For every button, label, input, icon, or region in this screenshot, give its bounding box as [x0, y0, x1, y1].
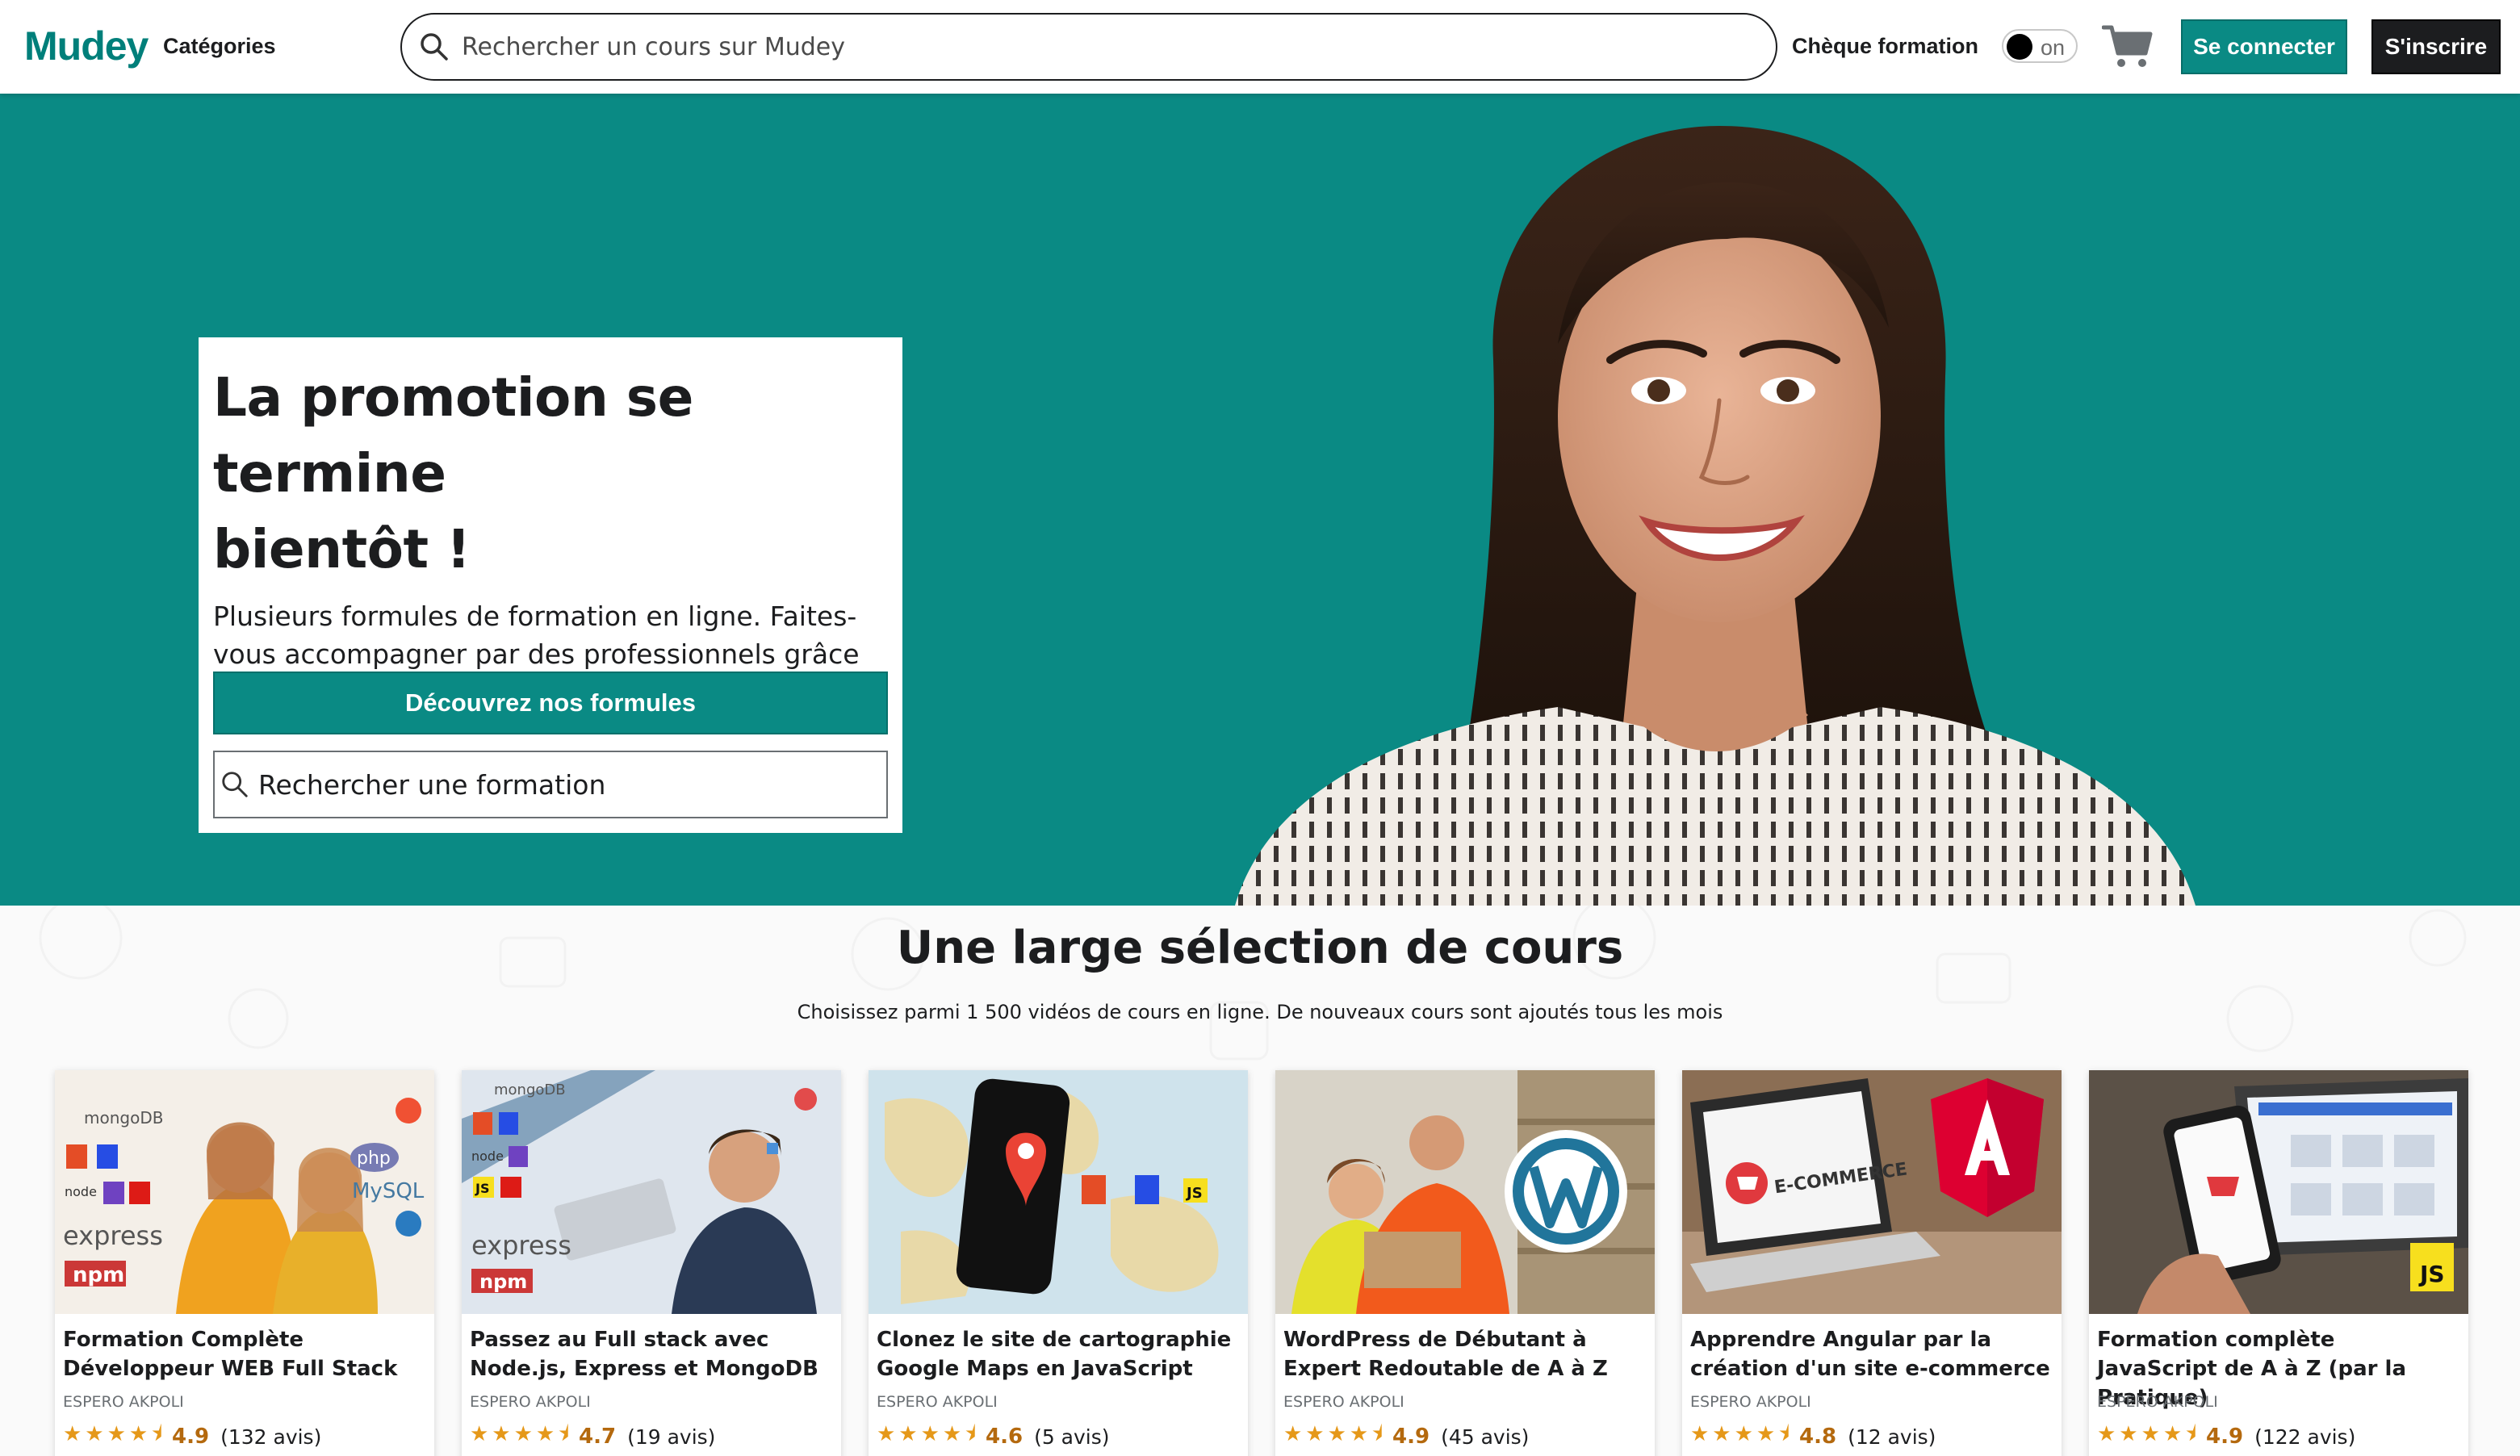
course-card[interactable]: mongoDB node JS express npm Passez au Fu… [462, 1070, 841, 1456]
mudey-logo[interactable]: Mudey [24, 23, 149, 69]
rating-value: 4.6 [986, 1425, 1023, 1449]
course-rating: ★★★★⯨ 4.9 (45 avis) [1275, 1411, 1655, 1454]
star-rating-icon: ★★★★⯨ [63, 1421, 166, 1446]
node-logo-text: node [65, 1184, 97, 1199]
js-logo-text: JS [475, 1181, 489, 1196]
star-rating-icon: ★★★★⯨ [877, 1421, 980, 1446]
nodejs-course-thumbnail: mongoDB node JS express npm [462, 1070, 841, 1314]
review-count: (132 avis) [220, 1425, 322, 1449]
rating-value: 4.9 [2206, 1425, 2244, 1449]
php-logo-text: php [357, 1148, 391, 1169]
signup-button[interactable]: S'inscrire [2371, 19, 2501, 74]
course-rating: ★★★★⯨ 4.6 (5 avis) [869, 1411, 1248, 1454]
discover-formulas-button[interactable]: Découvrez nos formules [213, 672, 888, 734]
course-title[interactable]: Passez au Full stack avec Node.js, Expre… [462, 1314, 841, 1391]
hero-woman-image [1235, 126, 2196, 906]
review-count: (12 avis) [1848, 1425, 1936, 1449]
course-title[interactable]: Formation Complète Développeur WEB Full … [55, 1314, 434, 1391]
mongodb-logo-text: mongoDB [494, 1082, 566, 1098]
course-author: ESPERO AKPOLI [877, 1393, 998, 1411]
section-subtitle: Choisissez parmi 1 500 vidéos de cours e… [797, 1001, 1723, 1023]
course-author: ESPERO AKPOLI [470, 1393, 591, 1411]
course-card-list: mongoDB node express npm php MySQL Forma… [55, 1070, 2476, 1456]
express-logo-text: express [471, 1230, 571, 1261]
categories-menu[interactable]: Catégories [163, 34, 276, 59]
search-icon [222, 772, 248, 797]
course-title[interactable]: Formation complète JavaScript de A à Z (… [2089, 1314, 2468, 1410]
review-count: (45 avis) [1441, 1425, 1530, 1449]
course-title[interactable]: Clonez le site de cartographie Google Ma… [869, 1314, 1248, 1391]
npm-logo-text: npm [73, 1263, 124, 1287]
header-search-bar[interactable] [400, 13, 1777, 81]
course-thumbnail: mongoDB node express npm php MySQL [55, 1070, 434, 1314]
js-logo-text: JS [2418, 1261, 2445, 1287]
rating-value: 4.8 [1799, 1425, 1837, 1449]
login-button[interactable]: Se connecter [2181, 19, 2347, 74]
cart-icon[interactable] [2102, 23, 2154, 71]
course-card[interactable]: E-COMMERCE Apprendre Angular par la créa… [1682, 1070, 2062, 1456]
section-title: Une large sélection de cours [896, 922, 1624, 974]
fullstack-dev-thumbnail: mongoDB node express npm php MySQL [55, 1070, 434, 1314]
course-thumbnail: JS [869, 1070, 1248, 1314]
course-card[interactable]: JS Formation complète JavaScript de A à … [2089, 1070, 2468, 1456]
wordpress-course-thumbnail [1275, 1070, 1655, 1314]
course-card[interactable]: mongoDB node express npm php MySQL Forma… [55, 1070, 434, 1456]
review-count: (122 avis) [2254, 1425, 2356, 1449]
course-rating: ★★★★⯨ 4.7 (19 avis) [462, 1411, 841, 1454]
google-maps-course-thumbnail: JS [869, 1070, 1248, 1314]
cheque-formation-link[interactable]: Chèque formation [1792, 34, 1978, 59]
course-title[interactable]: Apprendre Angular par la création d'un s… [1682, 1314, 2062, 1391]
course-author: ESPERO AKPOLI [63, 1393, 184, 1411]
course-author: ESPERO AKPOLI [1283, 1393, 1404, 1411]
star-rating-icon: ★★★★⯨ [470, 1421, 573, 1446]
review-count: (5 avis) [1034, 1425, 1110, 1449]
header-search-input[interactable] [462, 32, 1721, 61]
course-rating: ★★★★⯨ 4.9 (122 avis) [2089, 1411, 2468, 1454]
course-selection-section: Une large sélection de cours Choisissez … [0, 906, 2520, 1456]
mongodb-logo-text: mongoDB [84, 1108, 163, 1128]
js-logo-text: JS [1185, 1185, 1203, 1202]
rating-value: 4.9 [172, 1425, 210, 1449]
top-navigation-bar: Mudey Catégories Chèque formation on Se … [0, 0, 2520, 94]
toggle-label: on [2041, 36, 2066, 60]
course-title[interactable]: WordPress de Débutant à Expert Redoutabl… [1275, 1314, 1655, 1391]
course-rating: ★★★★⯨ 4.8 (12 avis) [1682, 1411, 2062, 1454]
angular-course-thumbnail: E-COMMERCE [1682, 1070, 2062, 1314]
star-rating-icon: ★★★★⯨ [1690, 1421, 1794, 1446]
hero-banner: La promotion se termine bientôt ! Plusie… [0, 94, 2520, 906]
review-count: (19 avis) [627, 1425, 716, 1449]
course-thumbnail: mongoDB node JS express npm [462, 1070, 841, 1314]
course-author: ESPERO AKPOLI [1690, 1393, 1811, 1411]
search-icon [421, 33, 448, 61]
rating-value: 4.7 [579, 1425, 617, 1449]
course-thumbnail [1275, 1070, 1655, 1314]
toggle-knob [2007, 34, 2032, 60]
course-thumbnail: JS [2089, 1070, 2468, 1314]
formation-search-input[interactable] [258, 768, 872, 801]
formation-search-bar[interactable] [213, 751, 888, 818]
mysql-logo-text: MySQL [352, 1179, 425, 1203]
course-card[interactable]: WordPress de Débutant à Expert Redoutabl… [1275, 1070, 1655, 1456]
express-logo-text: express [63, 1220, 163, 1251]
rating-value: 4.9 [1392, 1425, 1430, 1449]
course-card[interactable]: JS Clonez le site de cartographie Google… [869, 1070, 1248, 1456]
star-rating-icon: ★★★★⯨ [2097, 1421, 2200, 1446]
cheque-toggle[interactable]: on [2002, 29, 2078, 63]
node-logo-text: node [471, 1148, 504, 1164]
promotion-title: La promotion se termine bientôt ! [213, 360, 888, 588]
promotion-title-line2: bientôt ! [213, 518, 471, 580]
promotion-title-line1: La promotion se termine [213, 366, 693, 504]
course-thumbnail: E-COMMERCE [1682, 1070, 2062, 1314]
javascript-course-thumbnail: JS [2089, 1070, 2468, 1314]
promotion-card: La promotion se termine bientôt ! Plusie… [199, 337, 902, 833]
course-rating: ★★★★⯨ 4.9 (132 avis) [55, 1411, 434, 1454]
course-author: ESPERO AKPOLI [2097, 1393, 2218, 1411]
npm-logo-text: npm [479, 1270, 527, 1293]
star-rating-icon: ★★★★⯨ [1283, 1421, 1387, 1446]
